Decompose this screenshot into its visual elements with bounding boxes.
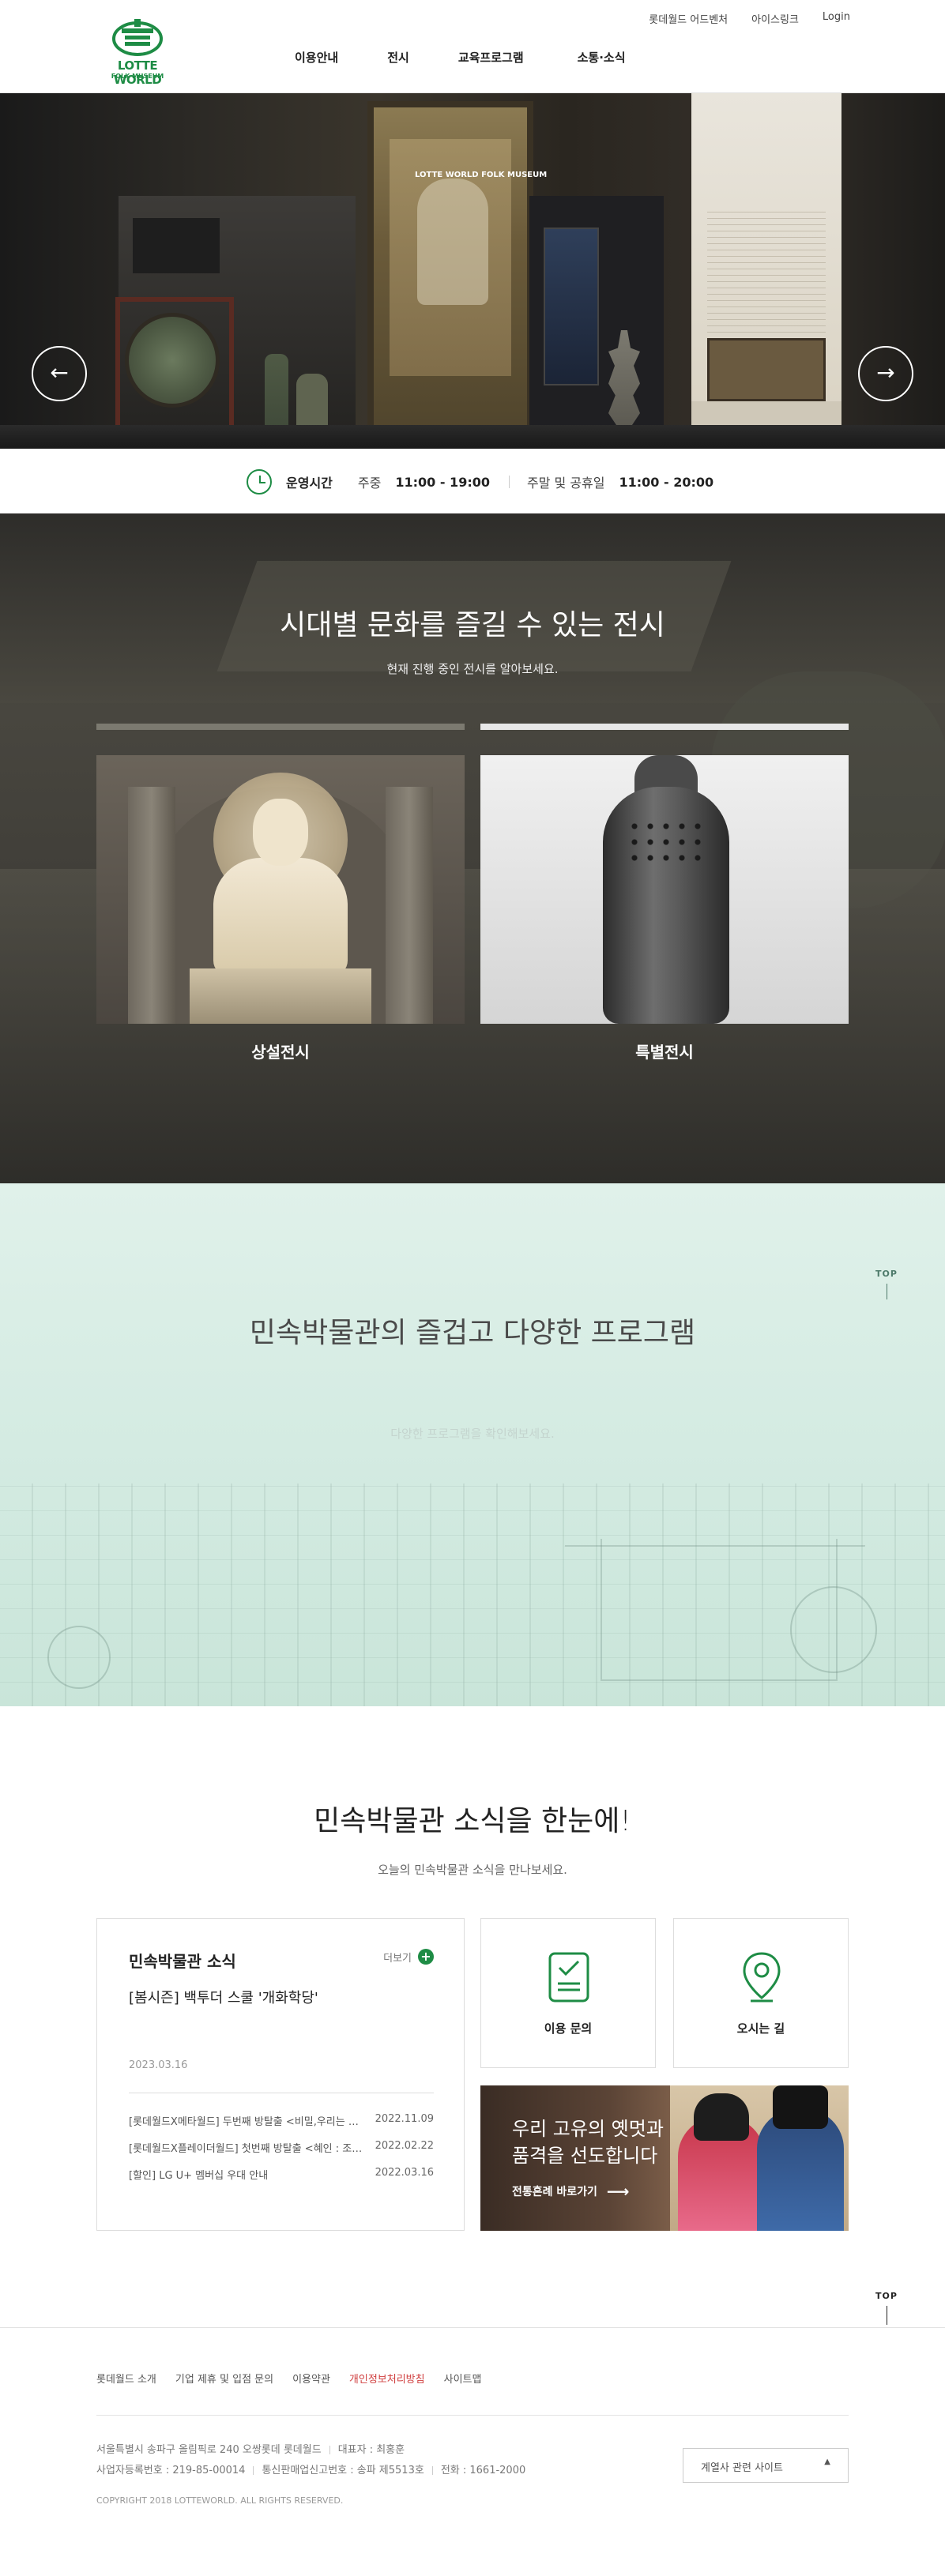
permanent-exhibition-card[interactable]: 상설전시 [96, 724, 465, 1062]
utility-links: 롯데월드 어드벤처 아이스링크 Login [649, 11, 850, 26]
footer-link-sitemap[interactable]: 사이트맵 [444, 2371, 482, 2386]
company-info: 서울특별시 송파구 올림픽로 240 오쌍롯데 롯데월드 대표자 : 최홍훈 사업… [96, 2444, 526, 2476]
program-subtitle: 다양한 프로그램을 확인해보세요. [390, 1427, 555, 1441]
hero-photo-case-right [691, 93, 841, 449]
featured-news-title[interactable]: [봄시즌] 백투더 스쿨 '개화학당' [129, 1987, 318, 2007]
scroll-top-button[interactable]: TOP [872, 1269, 901, 1299]
prev-slide-button[interactable]: ← [32, 346, 87, 401]
weekend-time: 11:00 - 20:00 [619, 474, 714, 490]
scroll-top-button[interactable]: TOP [872, 2291, 901, 2325]
permanent-exhibition-label: 상설전시 [251, 1043, 310, 1062]
buddha-statue-image [96, 755, 465, 1024]
arrow-right-icon: → [876, 359, 895, 385]
checklist-icon [548, 1952, 589, 2003]
news-subtitle: 오늘의 민속박물관 소식을 만나보세요. [378, 1863, 567, 1877]
exhibition-section: 시대별 문화를 즐길 수 있는 전시 현재 진행 중인 전시를 알아보세요. 상… [0, 513, 945, 1183]
museum-news-box: 민속박물관 소식 더보기 + [봄시즌] 백투더 스쿨 '개화학당' 2023.… [96, 1918, 465, 2231]
hero-photo-scroll-painting [367, 101, 533, 449]
hours-label: 운영시간 [286, 476, 333, 491]
footer-links: 롯데월드 소개 기업 제휴 및 입점 문의 이용약관 개인정보처리방침 사이트맵 [96, 2371, 500, 2386]
footer-link-terms[interactable]: 이용약관 [292, 2371, 330, 2386]
bronze-bell-image [480, 755, 849, 1024]
more-link[interactable]: 더보기 + [383, 1949, 434, 1965]
util-link-adventure[interactable]: 롯데월드 어드벤처 [649, 11, 728, 26]
family-site-select[interactable]: 계열사 관련 사이트 ▲ [683, 2448, 849, 2483]
next-slide-button[interactable]: → [858, 346, 913, 401]
news-section: 민속박물관 소식을 한눈에! 오늘의 민속박물관 소식을 만나보세요. 민속박물… [0, 1706, 945, 2327]
news-list-item[interactable]: [할인] LG U+ 멤버십 우대 안내 2022.03.16 [129, 2167, 434, 2194]
traditional-wedding-banner[interactable]: 우리 고유의 옛멋과 품격을 선도합니다 전통혼례 바로가기 ⟶ [480, 2085, 849, 2231]
clock-icon [247, 469, 272, 495]
weekday-label: 주중 [357, 476, 382, 491]
footer-link-about[interactable]: 롯데월드 소개 [96, 2371, 156, 2386]
login-link[interactable]: Login [823, 11, 850, 26]
arrow-right-icon: ⟶ [606, 2182, 630, 2201]
inquiry-label: 이용 문의 [544, 2021, 593, 2036]
site-header: LOTTE WORLD FOLK MUSEUM 롯데월드 어드벤처 아이스링크 … [0, 0, 945, 93]
news-list-item[interactable]: [롯데월드X메타월드] 두번째 방탈출 <비밀,우리는 그... 2022.11… [129, 2113, 434, 2140]
news-list: [롯데월드X메타월드] 두번째 방탈출 <비밀,우리는 그... 2022.11… [129, 2113, 434, 2194]
banner-text: 우리 고유의 옛멋과 품격을 선도합니다 [512, 2118, 664, 2167]
weekday-time: 11:00 - 19:00 [395, 474, 490, 490]
special-exhibition-label: 특별전시 [635, 1043, 694, 1062]
exhibition-subtitle: 현재 진행 중인 전시를 알아보세요. [386, 662, 559, 676]
logo-subtext: FOLK MUSEUM [111, 73, 164, 80]
lotte-world-folk-museum-logo[interactable]: LOTTE WORLD FOLK MUSEUM [93, 17, 182, 87]
location-pin-icon [743, 1952, 781, 2003]
news-list-item[interactable]: [롯데월드X플레이더월드] 첫번째 방탈출 <혜인 : 조선 ... 2022.… [129, 2140, 434, 2167]
directions-label: 오시는 길 [736, 2021, 785, 2036]
hours-divider [508, 476, 510, 488]
main-navigation: 이용안내 전시 교육프로그램 소통·소식 [295, 49, 626, 66]
hero-title: LOTTE WORLD FOLK MUSEUM [415, 171, 548, 179]
footer-link-partnership[interactable]: 기업 제휴 및 입점 문의 [175, 2371, 273, 2386]
site-footer: 롯데월드 소개 기업 제휴 및 입점 문의 이용약관 개인정보처리방침 사이트맵… [0, 2327, 945, 2576]
hero-photo-case-middle [529, 196, 664, 449]
news-box-title: 민속박물관 소식 [129, 1952, 236, 1971]
operating-hours-bar: 운영시간 주중 11:00 - 19:00 주말 및 공휴일 11:00 - 2… [0, 449, 945, 513]
nav-item-education[interactable]: 교육프로그램 [458, 49, 524, 66]
inquiry-button[interactable]: 이용 문의 [480, 1918, 656, 2068]
caret-up-icon: ▲ [824, 2458, 830, 2466]
arrow-left-icon: ← [50, 359, 69, 385]
copyright: COPYRIGHT 2018 LOTTEWORLD. ALL RIGHTS RE… [96, 2495, 344, 2506]
nav-item-exhibition[interactable]: 전시 [387, 49, 409, 66]
exhibition-title: 시대별 문화를 즐길 수 있는 전시 [280, 609, 665, 641]
directions-button[interactable]: 오시는 길 [673, 1918, 849, 2068]
footer-link-privacy[interactable]: 개인정보처리방침 [349, 2371, 425, 2386]
nav-item-info[interactable]: 이용안내 [295, 49, 338, 66]
logo-emblem-icon [112, 19, 163, 56]
wedding-link[interactable]: 전통혼례 바로가기 ⟶ [512, 2182, 630, 2201]
weekend-label: 주말 및 공휴일 [526, 476, 605, 491]
program-title: 민속박물관의 즐겁고 다양한 프로그램 [249, 1317, 696, 1349]
special-exhibition-card[interactable]: 특별전시 [480, 724, 849, 1062]
hero-photo-gong [125, 313, 220, 408]
featured-news-date: 2023.03.16 [129, 2059, 188, 2071]
news-title: 민속박물관 소식을 한눈에! [314, 1805, 631, 1837]
plus-icon: + [418, 1949, 434, 1965]
hero-slider: LOTTE WORLD FOLK MUSEUM ← → ❚❚ [0, 93, 945, 449]
program-section: TOP 민속박물관의 즐겁고 다양한 프로그램 다양한 프로그램을 확인해보세요… [0, 1183, 945, 1706]
nav-item-community[interactable]: 소통·소식 [578, 49, 626, 66]
util-link-icerink[interactable]: 아이스링크 [751, 11, 799, 26]
